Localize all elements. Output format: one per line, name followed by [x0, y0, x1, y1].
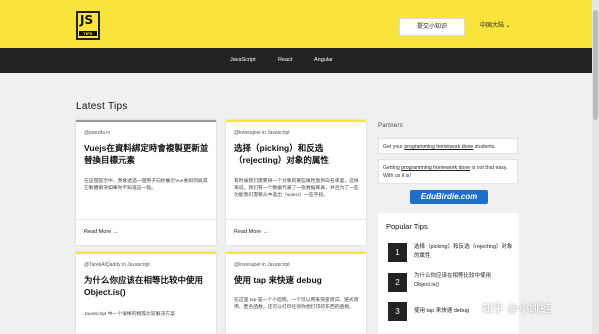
edubirdie-logo[interactable]: EduBirdie.com — [410, 190, 488, 204]
tip-card[interactable]: @panzila in Vuejs在資料綁定時會複製更新並替換目標元素 在這個提… — [76, 120, 216, 245]
partner-link[interactable]: programming homework done — [404, 144, 473, 150]
page-scrollbar[interactable] — [592, 0, 599, 334]
site-header: JS TIPS 提交小知识 中国大陆 ⌄ — [0, 0, 599, 48]
scrollbar-thumb[interactable] — [593, 10, 598, 120]
nav-item-react[interactable]: React — [278, 48, 292, 73]
tip-card[interactable]: @TarekAlQaddy in Javascript 为什么你应该在相等比较中… — [76, 252, 216, 334]
partner-text: Get your — [383, 144, 405, 150]
section-title: Latest Tips — [76, 101, 128, 112]
tip-card[interactable]: @loverajoel in Javascript 使用 tap 来快速 deb… — [226, 252, 366, 334]
tip-card[interactable]: @loverajoel in Javascript 选择（picking）和反选… — [226, 120, 366, 245]
js-tips-logo[interactable]: JS TIPS — [76, 11, 100, 40]
partner-ad[interactable]: Get your programming homework done stude… — [378, 138, 518, 154]
language-selector[interactable]: 中国大陆 ⌄ — [480, 18, 511, 34]
card-author: @panzila in — [84, 130, 111, 136]
card-title[interactable]: Vuejs在資料綁定時會複製更新並替換目標元素 — [84, 142, 210, 166]
partner-text: Getting — [383, 165, 402, 171]
card-description: JavaScript 中一个很棒的相等比较解决方案 — [84, 312, 175, 317]
card-divider — [76, 219, 216, 220]
partner-ad[interactable]: Getting programming homework done is not… — [378, 159, 518, 184]
card-accent-bar — [76, 252, 216, 254]
card-description: 有时候我们需要将一个对象的某些属性放到白名单里，这样来说，我们有一个数据代表了一… — [234, 179, 359, 198]
card-title[interactable]: 为什么你应该在相等比较中使用 Object.is() — [84, 274, 210, 298]
nav-item-angular[interactable]: Angular — [314, 48, 333, 73]
zhihu-watermark: 知乎 @小跳蛙 — [482, 303, 552, 315]
rank-badge: 3 — [388, 302, 407, 321]
logo-text: JS — [80, 13, 94, 27]
card-title[interactable]: 使用 tap 来快速 debug — [234, 274, 360, 286]
popular-tip-link[interactable]: 为什么你应该在相等比较中使用 Object.is() — [414, 272, 514, 290]
read-more-link[interactable]: Read More → — [84, 229, 118, 235]
nav-item-javascript[interactable]: JavaScript — [230, 48, 256, 73]
card-author: @loverajoel in Javascript — [234, 262, 290, 268]
card-author: @loverajoel in Javascript — [234, 130, 290, 136]
card-description: 在这里 tap 是一个小怪物，一个可以用来快速调试、链式调用、匿名函数，还可以打… — [234, 298, 359, 310]
logo-subtext: TIPS — [79, 31, 97, 36]
read-more-link[interactable]: Read More → — [234, 229, 268, 235]
card-accent-bar — [226, 120, 366, 122]
card-accent-bar — [226, 252, 366, 254]
partners-title: Partners — [378, 123, 404, 129]
rank-badge: 2 — [388, 273, 407, 292]
card-divider — [226, 219, 366, 220]
card-accent-bar — [76, 120, 216, 122]
card-author: @TarekAlQaddy in Javascript — [84, 262, 150, 268]
popular-tip-link[interactable]: 选择（picking）和反选（rejecting）对象的属性 — [414, 243, 514, 261]
partner-text: students. — [473, 144, 496, 150]
category-nav: JavaScript React Angular — [0, 48, 599, 73]
card-description: 在這個提示中，我會透過一個例子向你展示Vue會如何與其它軟體衝突如果你不知道這一… — [84, 179, 208, 191]
popular-tips-title: Popular Tips — [386, 222, 428, 231]
submit-tip-button[interactable]: 提交小知识 — [399, 18, 465, 36]
partner-link[interactable]: programming homework done — [401, 165, 470, 171]
rank-badge: 1 — [388, 243, 407, 262]
card-title[interactable]: 选择（picking）和反选（rejecting）对象的属性 — [234, 142, 360, 166]
